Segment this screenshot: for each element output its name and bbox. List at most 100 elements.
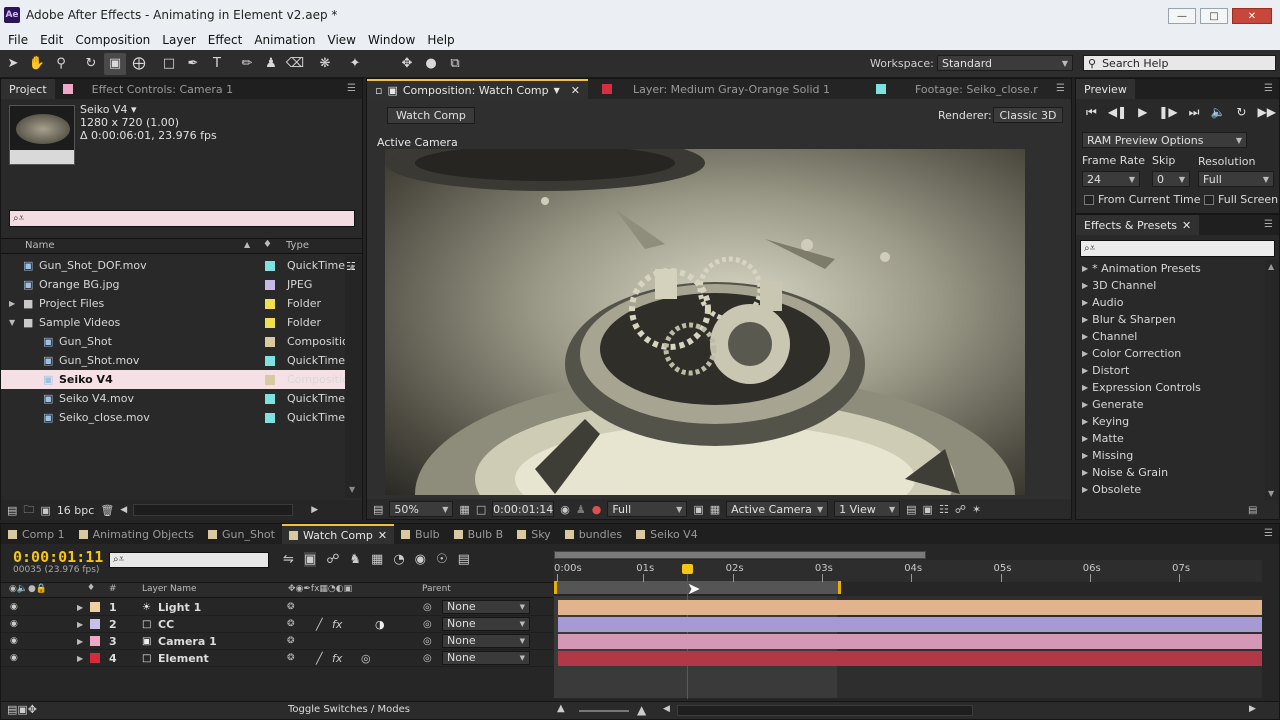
brainstorm-icon[interactable]: ◉ [415, 552, 426, 567]
tab-timeline-comp[interactable]: Bulb B [447, 524, 511, 544]
rotate-tool-icon[interactable]: ↻ [80, 53, 102, 75]
project-item[interactable]: ▣ Gun_Shot_DOF.mov QuickTime [1, 256, 345, 275]
label-color-swatch[interactable] [265, 412, 275, 423]
flowchart-icon[interactable]: ☍ [955, 503, 966, 516]
project-vertical-scrollbar[interactable]: ▲ ▼ [345, 256, 362, 498]
always-preview-icon[interactable]: ▤ [373, 503, 383, 516]
pickwhip-icon[interactable]: ◎ [423, 602, 432, 613]
scroll-right-icon[interactable]: ▶ [1249, 704, 1256, 714]
effects-scrollbar[interactable]: ▲ ▼ [1265, 260, 1279, 500]
parent-column[interactable]: Parent [422, 584, 451, 594]
tab-timeline-comp[interactable]: Animating Objects [72, 524, 201, 544]
label-color-swatch[interactable] [265, 393, 275, 404]
live-update-icon[interactable]: ▣ [303, 552, 317, 567]
tab-preview[interactable]: Preview [1076, 79, 1135, 99]
tab-effect-controls[interactable]: Effect Controls: Camera 1 [55, 79, 242, 99]
view-layout-select[interactable]: 1 View ▼ [834, 501, 901, 517]
shy-switch-icon[interactable]: ❂ [287, 619, 295, 629]
interpret-footage-icon[interactable]: ▤ [7, 504, 17, 517]
pickwhip-icon[interactable]: ◎ [423, 636, 432, 647]
first-frame-icon[interactable]: ⏮ [1086, 105, 1097, 120]
audio-icon[interactable]: 🔈 [1210, 105, 1225, 120]
layer-duration-bar[interactable] [558, 634, 1262, 649]
close-tab-icon[interactable]: ✕ [571, 84, 580, 97]
ram-preview-icon[interactable]: ▶▶ [1257, 105, 1275, 120]
project-item[interactable]: ▶ ■ Project Files Folder [1, 294, 345, 313]
close-tab-icon[interactable]: ✕ [1182, 219, 1191, 232]
tab-timeline-comp[interactable]: Comp 1 [1, 524, 72, 544]
effects-category[interactable]: ▶ Noise & Grain [1076, 464, 1266, 481]
tab-footage[interactable]: Footage: Seiko_close.r [868, 79, 1046, 99]
effects-category[interactable]: ▶ 3D Channel [1076, 277, 1266, 294]
fx-switch-icon[interactable]: fx [332, 618, 342, 631]
label-column-icon[interactable]: ♦ [263, 239, 272, 250]
toggle-pixel-aspect-icon[interactable]: ▤ [906, 503, 916, 516]
parent-select[interactable]: None ▼ [442, 634, 530, 648]
expand-arrow-icon[interactable]: ▶ [1082, 315, 1088, 324]
layer-name[interactable]: CC [158, 618, 174, 631]
puppet-pin-tool-icon[interactable]: ✦ [344, 53, 366, 75]
frame-rate-select[interactable]: 24 ▼ [1082, 171, 1140, 187]
lock-icon[interactable]: ▫ [375, 84, 382, 97]
effects-category[interactable]: ▶ Matte [1076, 430, 1266, 447]
resolution-select[interactable]: Full ▼ [607, 501, 688, 517]
tab-timeline-comp[interactable]: bundles [558, 524, 629, 544]
menu-animation[interactable]: Animation [250, 33, 319, 47]
last-frame-icon[interactable]: ⏭ [1189, 105, 1200, 120]
roto-brush-tool-icon[interactable]: ❋ [314, 53, 336, 75]
project-item[interactable]: ▣ Seiko V4.mov QuickTime [1, 389, 345, 408]
fx-switch-icon[interactable]: fx [332, 652, 342, 665]
resolution-select[interactable]: Full ▼ [1198, 171, 1274, 187]
scroll-right-icon[interactable]: ▶ [311, 505, 318, 515]
layer-name[interactable]: Light 1 [158, 601, 201, 614]
timeline-vertical-scrollbar[interactable] [1263, 581, 1279, 699]
bit-depth-label[interactable]: 16 bpc [57, 504, 95, 517]
tab-project[interactable]: Project [1, 79, 55, 99]
new-folder-icon[interactable]: 🗀 [23, 501, 34, 520]
label-color-swatch[interactable] [265, 374, 275, 385]
expand-arrow-icon[interactable]: ▶ [1082, 400, 1088, 409]
label-color-swatch[interactable] [265, 336, 275, 347]
effects-category[interactable]: ▶ Audio [1076, 294, 1266, 311]
panel-menu-icon[interactable]: ☰ [1264, 528, 1273, 539]
effects-category[interactable]: ▶ Generate [1076, 396, 1266, 413]
exposure-icon[interactable]: ✶ [972, 503, 981, 516]
layer-name-column[interactable]: Layer Name [142, 584, 197, 594]
layer-duration-bar[interactable] [558, 600, 1262, 615]
active-camera-select[interactable]: Active Camera ▼ [726, 501, 829, 517]
expand-arrow-icon[interactable]: ▶ [1082, 298, 1088, 307]
hand-tool-icon[interactable]: ✋ [26, 53, 48, 75]
project-item[interactable]: ▣ Seiko V4 Compositio [1, 370, 349, 389]
fast-previews-icon[interactable]: ▣ [923, 503, 933, 516]
expand-arrow-icon[interactable]: ▶ [1082, 383, 1088, 392]
tab-timeline-comp[interactable]: Gun_Shot [201, 524, 282, 544]
panel-menu-icon[interactable]: ☰ [347, 83, 356, 94]
panel-menu-icon[interactable]: ☰ [1264, 83, 1273, 94]
frame-blending-icon[interactable]: ▦ [371, 552, 383, 567]
quality-switch-icon[interactable]: ╱ [316, 618, 323, 631]
label-color-swatch[interactable] [90, 602, 100, 612]
tab-timeline-comp[interactable]: Seiko V4 [629, 524, 705, 544]
tab-layer[interactable]: Layer: Medium Gray-Orange Solid 1 [594, 79, 838, 99]
layer-row[interactable]: ◉ ▶ 1 ☀ Light 1 ❂ ◎ None ▼ [1, 599, 553, 616]
horizontal-scrollbar[interactable] [133, 504, 294, 516]
eraser-tool-icon[interactable]: ⌫ [284, 53, 306, 75]
expand-arrow-icon[interactable]: ▶ [1082, 417, 1088, 426]
loop-icon[interactable]: ↻ [1236, 105, 1246, 120]
collapse-arrow-icon[interactable]: ▼ [9, 318, 15, 327]
adjustment-layer-icon[interactable]: ◑ [375, 618, 385, 631]
selection-tool-icon[interactable]: ➤ [2, 53, 24, 75]
label-color-swatch[interactable] [90, 636, 100, 646]
label-color-swatch[interactable] [265, 279, 275, 290]
rectangle-tool-icon[interactable]: □ [158, 53, 180, 75]
fast-preview-icon[interactable]: □ [476, 503, 486, 516]
composition-mini-flowchart-icon[interactable]: ⇋ [283, 552, 294, 567]
effects-category[interactable]: ▶ Expression Controls [1076, 379, 1266, 396]
label-color-swatch[interactable] [265, 298, 275, 309]
skip-select[interactable]: 0 ▼ [1152, 171, 1190, 187]
tab-effects-presets[interactable]: Effects & Presets ✕ [1076, 215, 1200, 235]
panel-menu-icon[interactable]: ☰ [1264, 219, 1273, 230]
layer-duration-bar[interactable] [558, 617, 1262, 632]
menu-effect[interactable]: Effect [204, 33, 247, 47]
comp-subtab[interactable]: Watch Comp [387, 107, 475, 124]
